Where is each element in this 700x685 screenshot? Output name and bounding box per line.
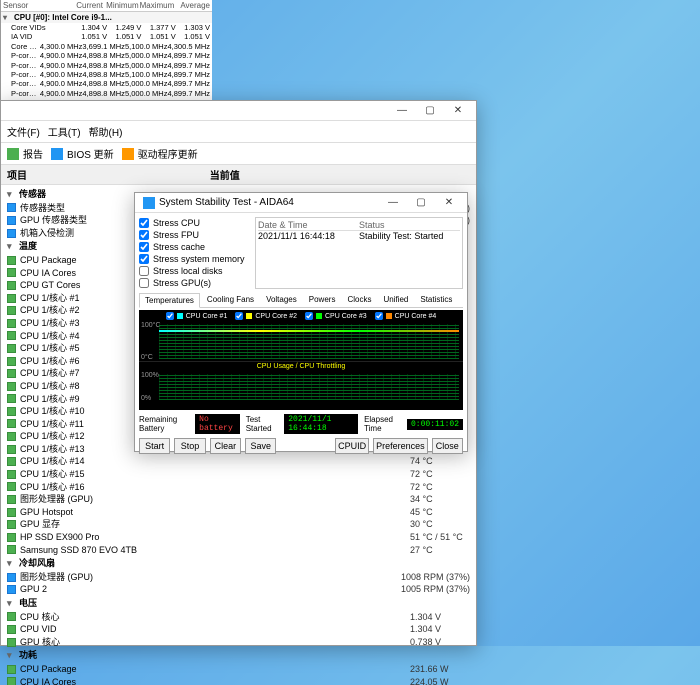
hwinfo-titlebar: — ▢ ✕ [1,101,476,121]
sensor-row[interactable]: P-core 1 Clock4,900.0 MHz4,898.8 MHz5,00… [1,61,212,70]
tab-clocks[interactable]: Clocks [342,293,376,307]
menu-file[interactable]: 文件(F) [7,124,40,139]
tree-row[interactable]: CPU IA Cores224.05 W [5,676,472,685]
sensor-row[interactable]: P-core 4 Clock4,900.0 MHz4,898.8 MHz5,00… [1,89,212,98]
aida-buttons: StartStop ClearSave CPUIDPreferencesClose [139,438,463,454]
sensor-row[interactable]: Core VIDs1.304 V1.249 V1.377 V1.303 V [1,23,212,32]
close-button[interactable]: ✕ [435,195,463,211]
close-button[interactable]: ✕ [444,103,472,119]
sensor-row[interactable]: Core Clocks4,300.0 MHz3,699.1 MHz5,100.0… [1,42,212,51]
aida-timing: Remaining Battery No battery Test Starte… [139,414,463,434]
aida-graph: CPU Core #1 CPU Core #2 CPU Core #3 CPU Cor… [139,310,463,410]
tree-category[interactable]: ▾冷却风扇 [5,556,472,571]
tree-row[interactable]: CPU VID1.304 V [5,623,472,636]
stress-check[interactable]: Stress local disks [139,265,249,277]
tree-row[interactable]: GPU 显存30 °C [5,518,472,531]
hwinfo-menu: 文件(F) 工具(T) 帮助(H) [1,121,476,143]
tree-row[interactable]: 图形处理器 (GPU)34 °C [5,493,472,506]
start-button[interactable]: Start [139,438,170,454]
stress-check[interactable]: Stress system memory [139,253,249,265]
save-button[interactable]: Save [245,438,276,454]
stress-check[interactable]: Stress FPU [139,229,249,241]
close-button[interactable]: Close [432,438,463,454]
stress-check[interactable]: Stress GPU(s) [139,277,249,289]
menu-tools[interactable]: 工具(T) [48,124,81,139]
aida-window: System Stability Test - AIDA64 — ▢ ✕ Str… [134,192,468,452]
aida-titlebar: System Stability Test - AIDA64 — ▢ ✕ [135,193,467,213]
tree-row[interactable]: CPU 1/核心 #1672 °C [5,481,472,494]
sensor-row[interactable]: P-core 3 Clock4,900.0 MHz4,898.8 MHz5,00… [1,79,212,88]
tab-cooling-fans[interactable]: Cooling Fans [202,293,259,307]
tab-voltages[interactable]: Voltages [261,293,302,307]
sensor-row[interactable]: P-core 0 Clock4,900.0 MHz4,898.8 MHz5,00… [1,51,212,60]
tab-statistics[interactable]: Statistics [415,293,457,307]
tab-temperatures[interactable]: Temperatures [139,293,200,308]
bios-update-button[interactable]: BIOS 更新 [51,146,114,161]
tree-row[interactable]: CPU 核心1.304 V [5,611,472,624]
tree-row[interactable]: HP SSD EX900 Pro51 °C / 51 °C [5,531,472,544]
tree-row[interactable]: 图形处理器 (GPU)1008 RPM (37%) [5,571,472,584]
sensor-group[interactable]: ▾CPU [#0]: Intel Core i9-1... [1,12,212,23]
stop-button[interactable]: Stop [174,438,205,454]
hwinfo-toolbar: 报告 BIOS 更新 驱动程序更新 [1,143,476,165]
aida-stress-checks: Stress CPUStress FPUStress cacheStress s… [139,217,249,289]
maximize-button[interactable]: ▢ [407,195,435,211]
tree-category[interactable]: ▾功耗 [5,648,472,663]
clear-button[interactable]: Clear [210,438,241,454]
legend-item: CPU Core #1 [166,312,228,320]
report-button[interactable]: 报告 [7,146,43,161]
legend-item: CPU Core #3 [305,312,367,320]
aida-status-box: Date & TimeStatus 2021/11/1 16:44:18Stab… [255,217,463,289]
sensor-row[interactable]: P-core 2 Clock4,900.0 MHz4,898.8 MHz5,10… [1,70,212,79]
tab-powers[interactable]: Powers [304,293,341,307]
aida-icon [143,197,155,209]
tree-row[interactable]: Samsung SSD 870 EVO 4TB27 °C [5,544,472,557]
sensor-header: Sensor Current Minimum Maximum Average [1,0,212,12]
tree-row[interactable]: CPU Package231.66 W [5,663,472,676]
stress-check[interactable]: Stress CPU [139,217,249,229]
menu-help[interactable]: 帮助(H) [89,124,123,139]
maximize-button[interactable]: ▢ [416,103,444,119]
minimize-button[interactable]: — [388,103,416,119]
tree-row[interactable]: GPU Hotspot45 °C [5,506,472,519]
tree-row[interactable]: GPU 21005 RPM (37%) [5,583,472,596]
legend-item: CPU Core #4 [375,312,437,320]
tree-row[interactable]: GPU 核心0.738 V [5,636,472,649]
tab-unified[interactable]: Unified [378,293,413,307]
sensor-row[interactable]: IA VID1.051 V1.051 V1.051 V1.051 V [1,32,212,41]
tree-row[interactable]: CPU 1/核心 #1572 °C [5,468,472,481]
tree-category[interactable]: ▾电压 [5,596,472,611]
hwinfo-column-header: 项目 当前值 [1,165,476,185]
minimize-button[interactable]: — [379,195,407,211]
legend-item: CPU Core #2 [235,312,297,320]
cpuid-button[interactable]: CPUID [335,438,369,454]
aida-tabs: TemperaturesCooling FansVoltagesPowersCl… [139,293,463,308]
driver-update-button[interactable]: 驱动程序更新 [122,146,198,161]
stress-check[interactable]: Stress cache [139,241,249,253]
preferences-button[interactable]: Preferences [373,438,428,454]
aida-title: System Stability Test - AIDA64 [159,197,294,208]
